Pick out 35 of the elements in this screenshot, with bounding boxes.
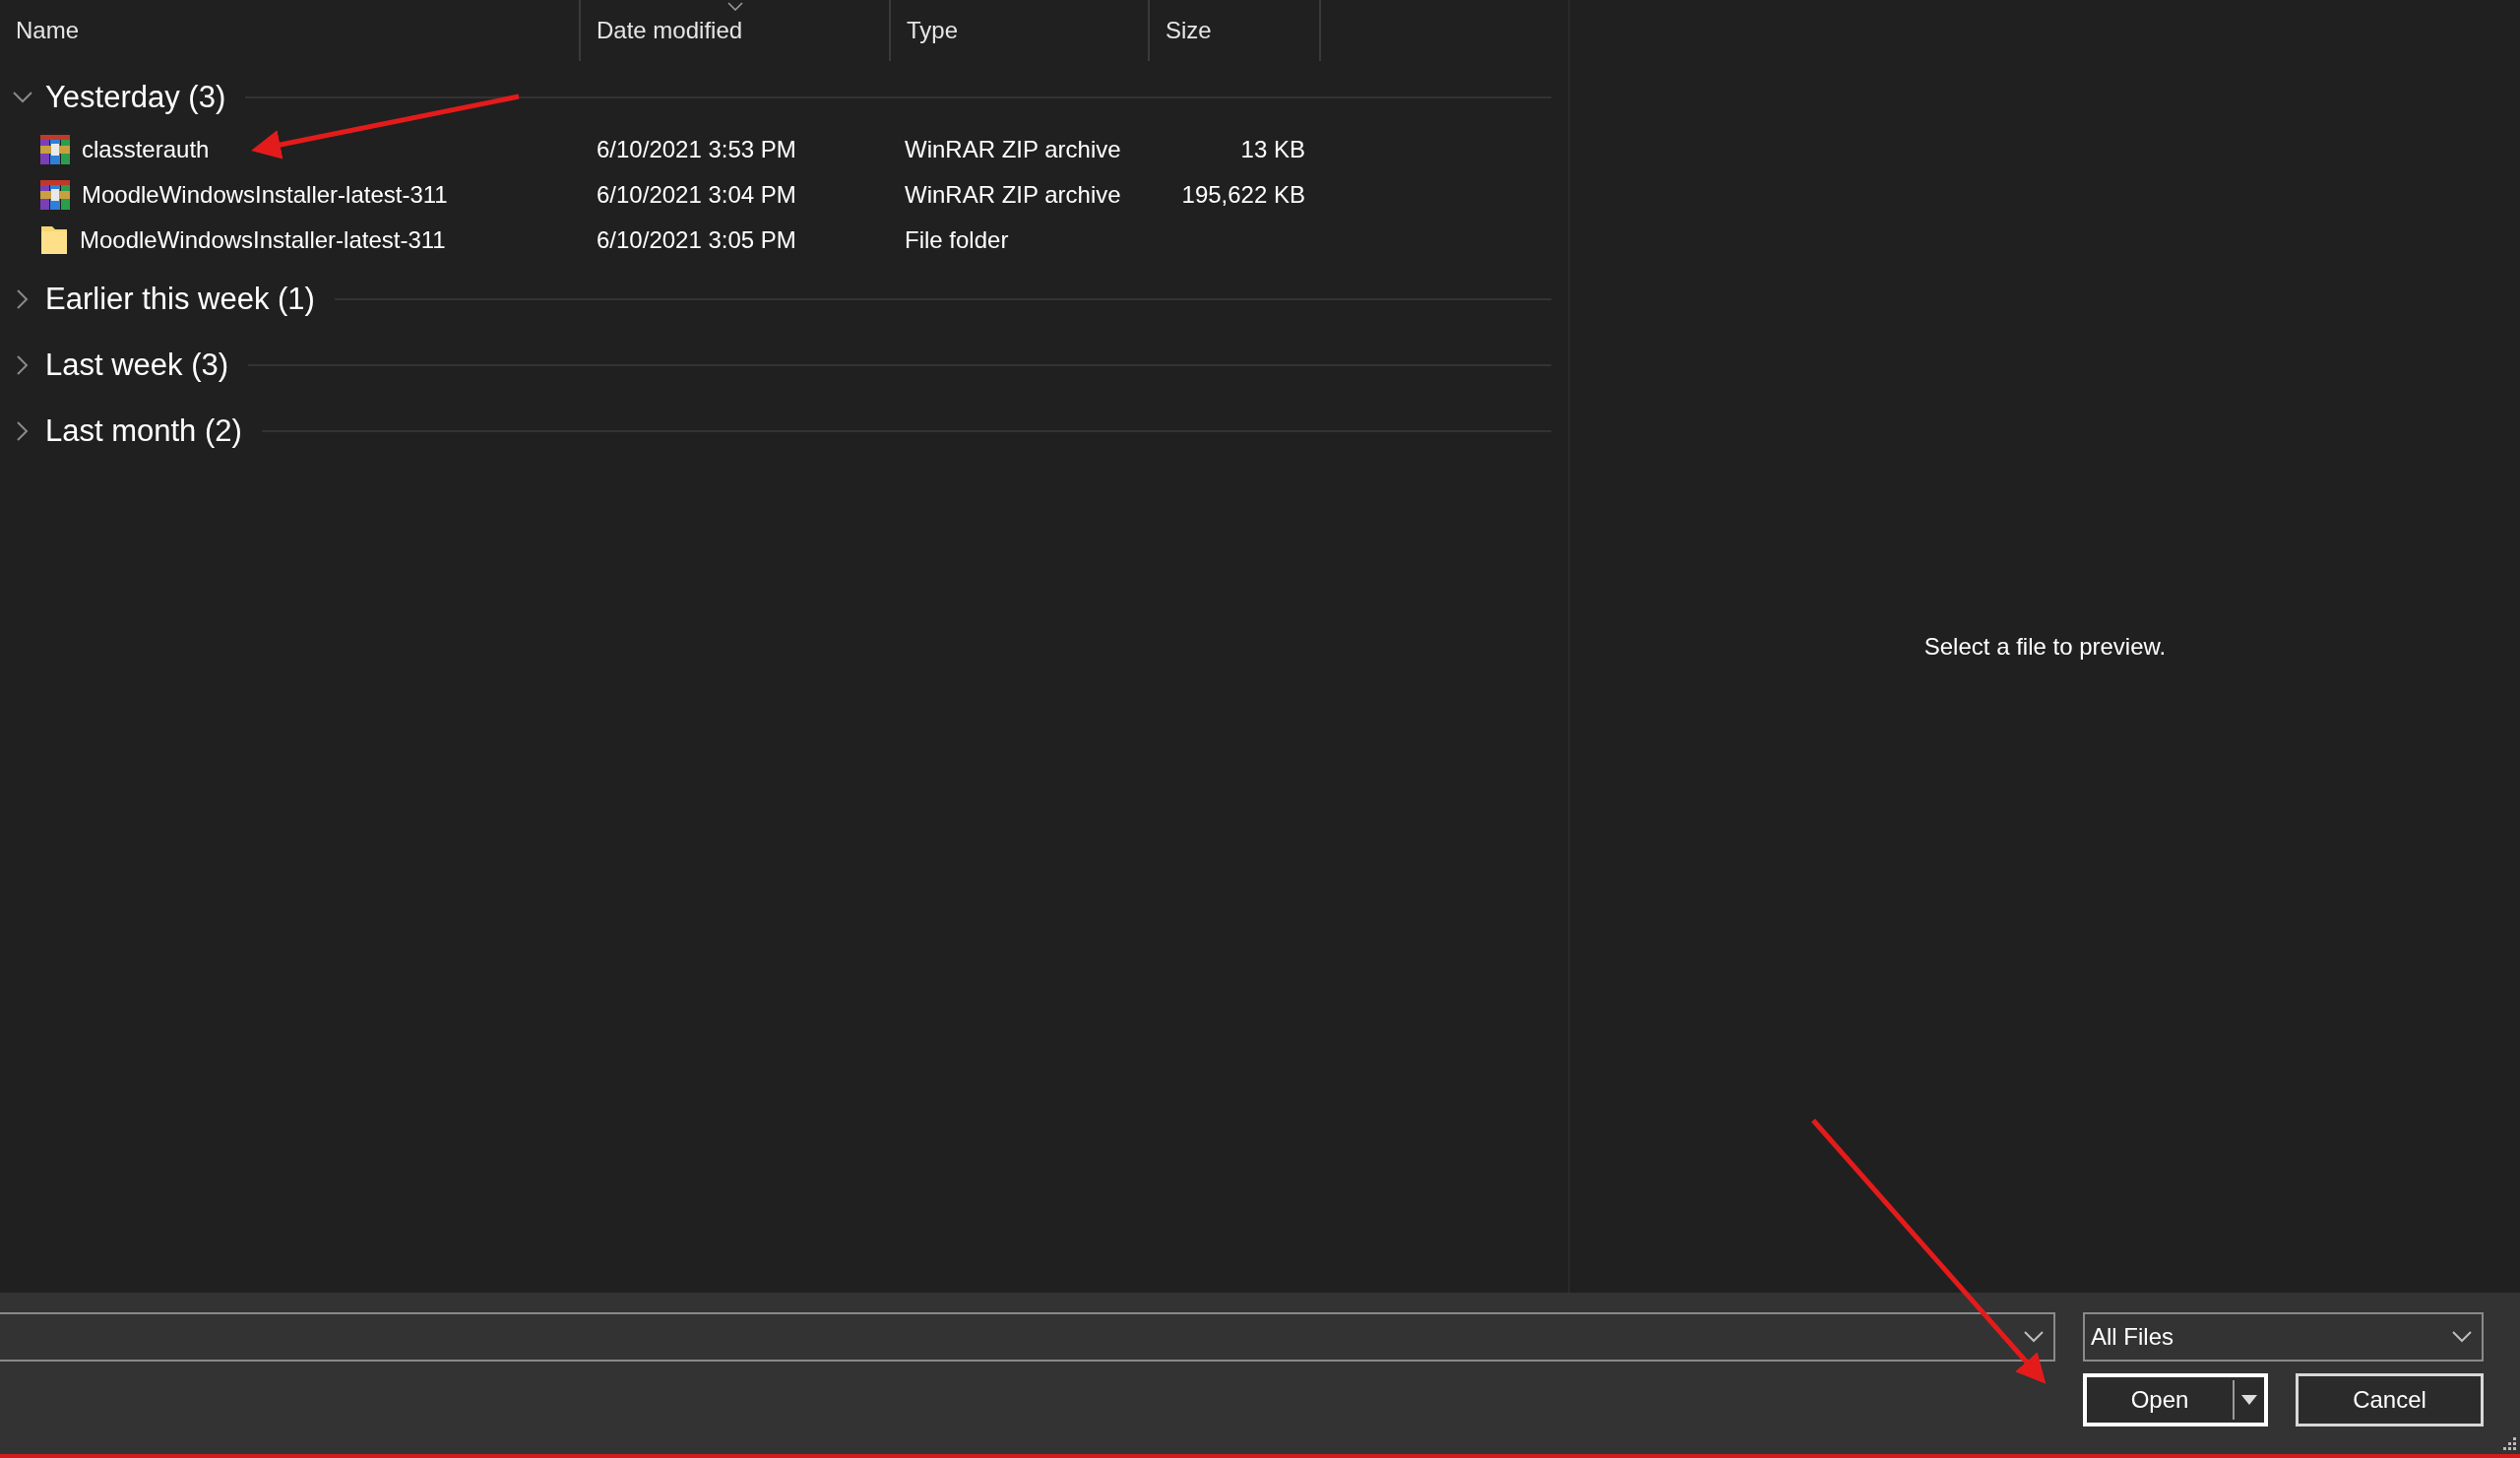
file-type-cell: File folder	[905, 226, 1009, 253]
date-modified-cell: 6/10/2021 3:05 PM	[597, 226, 796, 253]
expand-chevron-icon[interactable]	[16, 354, 30, 376]
column-header[interactable]: Type	[891, 0, 1150, 61]
expand-chevron-icon[interactable]	[16, 288, 30, 310]
file-type-cell: WinRAR ZIP archive	[905, 181, 1121, 208]
expand-chevron-icon[interactable]	[16, 420, 30, 442]
group-header[interactable]: Earlier this week (1)	[45, 282, 315, 317]
file-size-cell: 195,622 KB	[1181, 181, 1305, 209]
file-name[interactable]: classterauth	[82, 136, 210, 163]
group-header[interactable]: Yesterday (3)	[45, 80, 226, 115]
preview-message: Select a file to preview.	[1923, 632, 2167, 661]
resize-grip-icon[interactable]	[2502, 1436, 2516, 1450]
dropdown-chevron-icon[interactable]	[2024, 1331, 2044, 1343]
column-header[interactable]: Name	[0, 0, 581, 61]
file-size-cell: 13 KB	[1240, 136, 1305, 163]
collapse-chevron-icon[interactable]	[12, 91, 33, 104]
file-name[interactable]: MoodleWindowsInstaller-latest-311	[82, 181, 448, 209]
column-header[interactable]: Date modified	[581, 0, 891, 61]
open-button[interactable]: Open	[2083, 1373, 2268, 1426]
date-modified-cell: 6/10/2021 3:53 PM	[597, 136, 796, 162]
dropdown-chevron-icon	[2452, 1331, 2472, 1343]
cancel-button[interactable]: Cancel	[2296, 1373, 2484, 1426]
folder-icon	[38, 223, 70, 257]
caret-icon	[2241, 1395, 2257, 1405]
group-header[interactable]: Last month (2)	[45, 413, 242, 449]
file-name-field[interactable]	[0, 1312, 2055, 1362]
column-header[interactable]: Size	[1150, 0, 1321, 61]
archive-icon	[38, 178, 72, 212]
archive-icon	[38, 133, 72, 166]
group-header[interactable]: Last week (3)	[45, 348, 229, 383]
date-modified-cell: 6/10/2021 3:04 PM	[597, 181, 796, 208]
file-name[interactable]: MoodleWindowsInstaller-latest-311	[80, 226, 446, 254]
file-type-dropdown[interactable]: All Files	[2083, 1312, 2484, 1362]
file-type-cell: WinRAR ZIP archive	[905, 136, 1121, 162]
